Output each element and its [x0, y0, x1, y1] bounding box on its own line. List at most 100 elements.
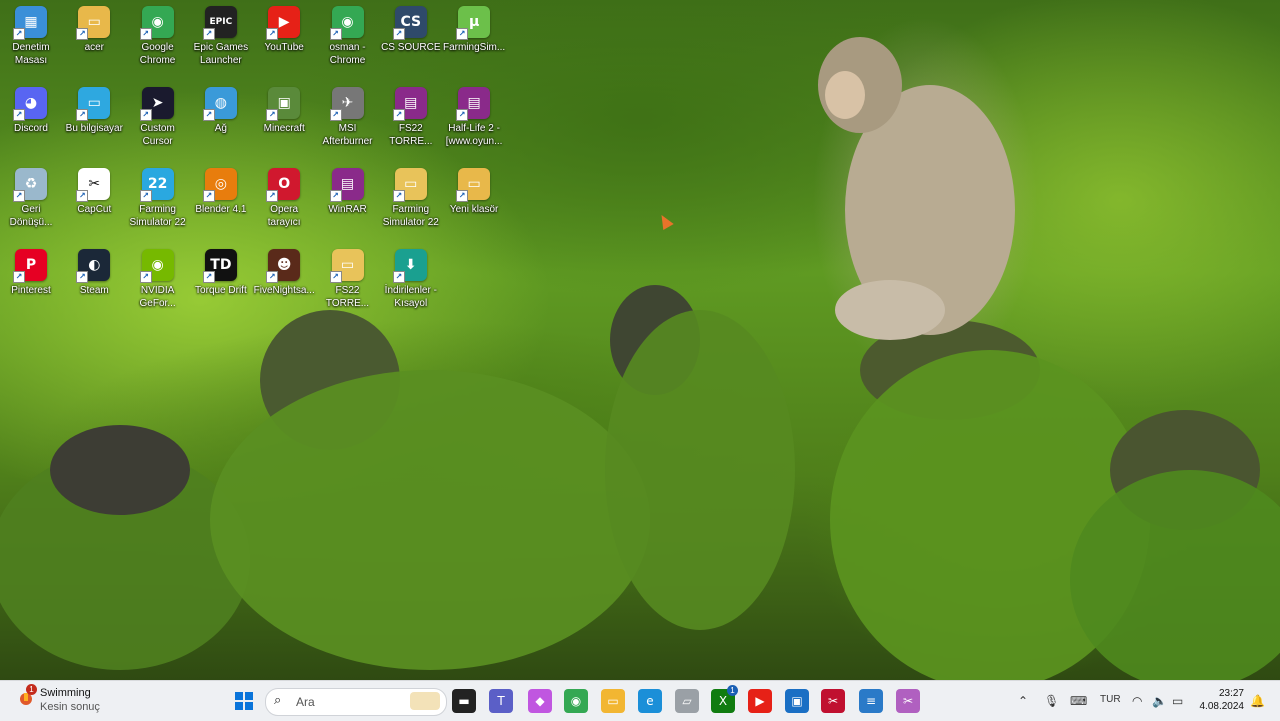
notification-bell-icon[interactable]: 🔔 — [1250, 694, 1265, 708]
edge-icon[interactable]: e — [638, 689, 662, 713]
file-explorer-icon[interactable]: ▭ — [601, 689, 625, 713]
desktop-icon[interactable]: ➤ ↗ Custom Cursor — [126, 87, 190, 148]
shortcut-arrow-icon: ↗ — [139, 109, 152, 121]
taskbar: 1 Swimming Kesin sonuç ⌕ Ara ▬ T ◆ ◉ ▭ e ▱ X 1 ▶ ▣… — [0, 680, 1280, 721]
desktop-icon[interactable]: ▶ ↗ YouTube — [252, 6, 316, 54]
shortcut-arrow-icon: ↗ — [13, 271, 25, 283]
desktop-icon[interactable]: ◉ ↗ osman - Chrome — [316, 6, 380, 67]
sports-news-icon: 1 — [18, 684, 37, 706]
shortcut-arrow-icon: ↗ — [202, 109, 215, 121]
store-icon[interactable]: ▣ — [785, 689, 809, 713]
desktop-icon[interactable]: ✈ ↗ MSI Afterburner — [316, 87, 380, 148]
desktop-icon[interactable]: ◕ ↗ Discord — [0, 87, 63, 135]
desktop-icon[interactable]: ☻ ↗ FiveNightsa... — [252, 249, 316, 297]
keyboard-icon[interactable]: ⌨ — [1070, 694, 1087, 708]
desktop-icon[interactable]: µ ↗ FarmingSim... — [442, 6, 506, 54]
clock[interactable]: 23:27 4.08.2024 — [1192, 687, 1245, 713]
clock-time: 23:27 — [1218, 688, 1244, 699]
desktop-icon-label: Steam — [79, 285, 109, 296]
farming-simulator-icon: 22 ↗ — [139, 168, 174, 202]
snipping-tool-icon[interactable]: ✂ — [896, 689, 920, 713]
custom-cursor-icon: ➤ ↗ — [139, 87, 174, 121]
desktop-icon[interactable]: 22 ↗ Farming Simulator 22 — [126, 168, 190, 229]
capcut-taskbar-icon[interactable]: ✂ — [821, 689, 845, 713]
desktop-icon[interactable]: P ↗ Pinterest — [0, 249, 63, 297]
desktop-icon-label: Pinterest — [11, 285, 51, 296]
discord-icon: ◕ ↗ — [13, 87, 47, 121]
desktop-icon[interactable]: ▦ ↗ Denetim Masası — [0, 6, 63, 67]
shortcut-arrow-icon: ↗ — [139, 190, 152, 202]
desktop-icon[interactable]: ▤ ↗ WinRAR — [316, 168, 380, 216]
shortcut-arrow-icon: ↗ — [13, 190, 25, 202]
desktop-icon[interactable]: ▭ ↗ acer — [62, 6, 126, 54]
desktop-icon[interactable]: TD ↗ Torque Drift — [189, 249, 253, 297]
desktop-icon[interactable]: ▣ ↗ Minecraft — [252, 87, 316, 135]
desktop-icon[interactable]: ◉ ↗ Google Chrome — [126, 6, 190, 67]
chrome-taskbar-icon[interactable]: ◉ — [564, 689, 588, 713]
shortcut-arrow-icon: ↗ — [202, 28, 215, 40]
volume-icon[interactable]: 🔈 — [1152, 694, 1167, 708]
mouse-cursor-icon — [656, 211, 674, 231]
pinterest-icon: P ↗ — [13, 249, 47, 283]
desktop-icon-label: acer — [84, 42, 105, 53]
control-panel-icon: ▦ ↗ — [13, 6, 47, 40]
desktop-icon[interactable]: ▭ ↗ FS22 TORRE... — [316, 249, 380, 310]
copilot-icon[interactable]: ◆ — [528, 689, 552, 713]
shortcut-arrow-icon: ↗ — [392, 271, 405, 283]
desktop-icon[interactable]: CS ↗ CS SOURCE — [379, 6, 443, 54]
desktop-icon[interactable]: ◉ ↗ NVIDIA GeFor... — [126, 249, 190, 310]
epic-games-icon: EPIC ↗ — [202, 6, 237, 40]
shortcut-arrow-icon: ↗ — [202, 271, 215, 283]
utorrent-icon: µ ↗ — [456, 6, 491, 40]
desktop-icon-label: Yeni klasör — [449, 204, 499, 215]
search-box[interactable]: ⌕ Ara — [265, 688, 447, 716]
desktop-icon[interactable]: ▭ ↗ Yeni klasör — [442, 168, 506, 216]
winrar-icon: ▤ ↗ — [329, 168, 364, 202]
youtube-icon: ▶ ↗ — [266, 6, 301, 40]
shortcut-arrow-icon: ↗ — [266, 190, 279, 202]
desktop-icon-label: CS SOURCE — [381, 42, 441, 53]
shortcut-arrow-icon: ↗ — [266, 109, 279, 121]
start-button[interactable] — [232, 689, 256, 713]
winrar-archive-icon: ▤ ↗ — [392, 87, 427, 121]
desktop-icon[interactable]: ▤ ↗ Half-Life 2 - [www.oyun... — [442, 87, 506, 148]
microphone-icon[interactable]: 🎙 — [1044, 694, 1059, 708]
shortcut-arrow-icon: ↗ — [456, 109, 469, 121]
show-hidden-icons-button[interactable]: ⌃ — [1018, 694, 1028, 708]
teams-icon[interactable]: T — [489, 689, 513, 713]
desktop-icon-label: Half-Life 2 - [www.oyun... — [445, 123, 503, 147]
desktop-icon[interactable]: ◍ ↗ Ağ — [189, 87, 253, 135]
language-indicator[interactable]: TUR — [1100, 694, 1121, 705]
desktop-icon-label: Denetim Masası — [12, 42, 50, 66]
battery-icon[interactable]: ▭ — [1172, 694, 1183, 708]
network-icon: ◍ ↗ — [202, 87, 237, 121]
shortcut-arrow-icon: ↗ — [266, 271, 279, 283]
desktop-icon[interactable]: ⬇ ↗ İndirilenler - Kısayol — [379, 249, 443, 310]
chrome-profile-icon: ◉ ↗ — [329, 6, 364, 40]
task-view-button[interactable]: ▬ — [452, 689, 476, 713]
clock-date: 4.08.2024 — [1199, 701, 1245, 712]
weather-subtitle: Kesin sonuç — [40, 701, 100, 713]
nvidia-icon: ◉ ↗ — [139, 249, 174, 283]
desktop-icon[interactable]: ◎ ↗ Blender 4.1 — [189, 168, 253, 216]
desktop-icon[interactable]: ✂ ↗ CapCut — [62, 168, 126, 216]
notepad-icon[interactable]: ≡ — [859, 689, 883, 713]
desktop-icon-label: CapCut — [77, 204, 112, 215]
desktop-icon[interactable]: ▭ ↗ Bu bilgisayar — [62, 87, 126, 135]
desktop-icon[interactable]: EPIC ↗ Epic Games Launcher — [189, 6, 253, 67]
youtube-taskbar-icon[interactable]: ▶ — [748, 689, 772, 713]
shortcut-arrow-icon: ↗ — [456, 190, 469, 202]
generic-app-icon[interactable]: ▱ — [675, 689, 699, 713]
desktop-icon[interactable]: O ↗ Opera tarayıcı — [252, 168, 316, 229]
shortcut-arrow-icon: ↗ — [76, 190, 89, 202]
desktop-icon-label: MSI Afterburner — [322, 123, 373, 147]
desktop-icon-label: FiveNightsa... — [253, 285, 315, 296]
desktop-icon[interactable]: ♻ ↗ Geri Dönüşü... — [0, 168, 63, 229]
zip-folder-icon: ▭ ↗ — [392, 168, 427, 202]
desktop-icon[interactable]: ◐ ↗ Steam — [62, 249, 126, 297]
weather-title: Swimming — [40, 687, 91, 699]
weather-widget[interactable]: 1 Swimming Kesin sonuç — [18, 684, 100, 714]
desktop-icon[interactable]: ▭ ↗ Farming Simulator 22 — [379, 168, 443, 229]
desktop-icon[interactable]: ▤ ↗ FS22 TORRE... — [379, 87, 443, 148]
wifi-icon[interactable]: ◠ — [1132, 694, 1142, 708]
